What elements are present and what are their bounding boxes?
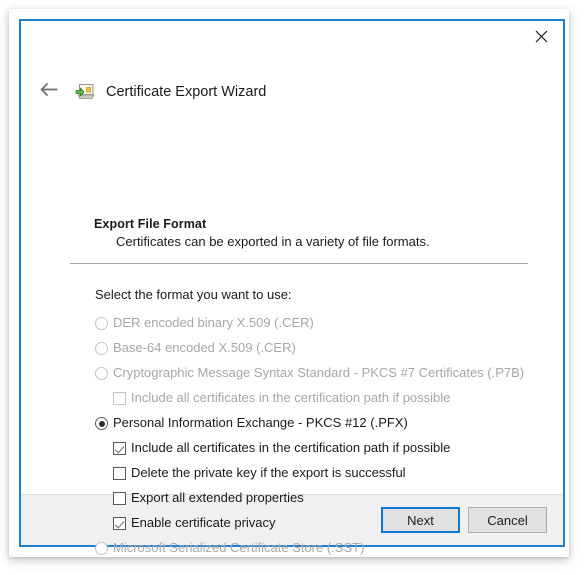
dialog-body: Export File Format Certificates can be e… [21, 109, 563, 494]
option-row-pfx-export-props[interactable]: Export all extended properties [95, 490, 545, 515]
checkbox-pfx-cert-privacy[interactable] [113, 517, 126, 530]
radio-pfx[interactable] [95, 417, 108, 430]
radio-sst [95, 542, 108, 555]
option-label-sst: Microsoft Serialized Certificate Store (… [113, 540, 364, 556]
checkbox-pkcs7-include-all [113, 392, 126, 405]
header-divider [70, 263, 528, 264]
option-row-pkcs7-include-all: Include all certificates in the certific… [95, 390, 545, 415]
option-label-base64: Base-64 encoded X.509 (.CER) [113, 340, 296, 356]
option-row-sst: Microsoft Serialized Certificate Store (… [95, 540, 545, 565]
option-row-der: DER encoded binary X.509 (.CER) [95, 315, 545, 340]
window-title: Certificate Export Wizard [106, 84, 266, 100]
option-label-pfx-delete-key: Delete the private key if the export is … [131, 465, 406, 481]
option-label-pkcs7: Cryptographic Message Syntax Standard - … [113, 365, 524, 381]
option-label-pfx: Personal Information Exchange - PKCS #12… [113, 415, 408, 431]
page-subtitle: Certificates can be exported in a variet… [116, 234, 554, 249]
option-label-pfx-cert-privacy: Enable certificate privacy [131, 515, 276, 531]
form-prompt: Select the format you want to use: [95, 287, 545, 302]
close-icon [535, 30, 548, 43]
checkbox-pfx-include-all[interactable] [113, 442, 126, 455]
options-list: DER encoded binary X.509 (.CER) Base-64 e… [95, 315, 545, 565]
radio-der [95, 317, 108, 330]
back-arrow-icon [40, 82, 59, 102]
section-header: Export File Format Certificates can be e… [94, 217, 554, 249]
format-options-form: Select the format you want to use: DER e… [95, 287, 545, 565]
option-label-pfx-export-props: Export all extended properties [131, 490, 304, 506]
desktop-backdrop: Certificate Export Wizard Export File Fo… [0, 0, 587, 575]
option-row-pkcs7: Cryptographic Message Syntax Standard - … [95, 365, 545, 390]
title-bar [21, 21, 563, 75]
option-row-pfx-include-all[interactable]: Include all certificates in the certific… [95, 440, 545, 465]
option-label-der: DER encoded binary X.509 (.CER) [113, 315, 314, 331]
close-button[interactable] [519, 21, 563, 51]
option-label-pfx-include-all: Include all certificates in the certific… [131, 440, 450, 456]
certificate-export-icon [75, 82, 95, 102]
option-row-base64: Base-64 encoded X.509 (.CER) [95, 340, 545, 365]
radio-pkcs7 [95, 367, 108, 380]
checkbox-pfx-export-props[interactable] [113, 492, 126, 505]
certificate-export-wizard-dialog: Certificate Export Wizard Export File Fo… [19, 19, 565, 547]
page-title: Export File Format [94, 217, 554, 231]
option-row-pfx-cert-privacy[interactable]: Enable certificate privacy [95, 515, 545, 540]
checkbox-pfx-delete-key[interactable] [113, 467, 126, 480]
wizard-nav-row: Certificate Export Wizard [21, 75, 563, 109]
option-row-pfx-delete-key[interactable]: Delete the private key if the export is … [95, 465, 545, 490]
option-row-pfx[interactable]: Personal Information Exchange - PKCS #12… [95, 415, 545, 440]
back-button[interactable] [34, 78, 64, 106]
radio-base64 [95, 342, 108, 355]
option-label-pkcs7-include-all: Include all certificates in the certific… [131, 390, 450, 406]
